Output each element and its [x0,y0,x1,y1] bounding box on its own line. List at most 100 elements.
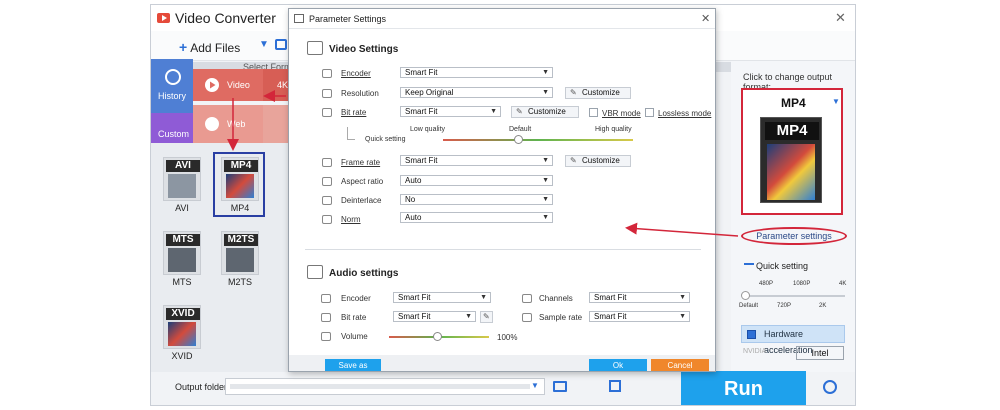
quick-tick: 4K [839,281,847,287]
format-thumb: AVI [163,157,201,201]
customize-label: Customize [582,156,620,165]
volume-slider-handle[interactable] [433,332,442,341]
pencil-icon: ✎ [570,156,577,165]
close-icon[interactable]: ✕ [701,12,710,25]
frame-rate-customize-button[interactable]: ✎ Customize [565,155,631,167]
frame-rate-select[interactable]: Smart Fit ▼ [400,155,553,166]
selected-format-outline [213,152,265,217]
cancel-button[interactable]: Cancel [651,359,709,371]
encoder-select[interactable]: Smart Fit ▼ [400,67,553,78]
section-divider [305,249,701,250]
aspect-ratio-value: Auto [405,176,422,185]
lossless-mode-label: Lossless mode [658,109,712,118]
format-mts[interactable]: MTS MTS [157,227,207,287]
deinterlace-select[interactable]: No ▼ [400,194,553,205]
sample-rate-select[interactable]: Smart Fit ▼ [589,311,690,322]
quick-setting-bracket [347,127,355,140]
merge-icon[interactable] [609,380,621,392]
window-close-icon[interactable]: ✕ [835,10,846,26]
alarm-clock-icon[interactable] [823,380,837,394]
sample-rate-label: Sample rate [539,313,583,322]
category-audio[interactable] [263,105,291,143]
save-as-button[interactable]: Save as [325,359,381,371]
lossless-mode-checkbox[interactable] [645,108,654,117]
output-folder-field[interactable] [225,378,545,395]
norm-select[interactable]: Auto ▼ [400,212,553,223]
format-thumb: M2TS [221,231,259,275]
audio-encoder-select[interactable]: Smart Fit ▼ [393,292,491,303]
bitrate-value: Smart Fit [405,107,438,116]
chevron-down-icon[interactable]: ▼ [832,97,840,106]
category-custom-label: Custom [158,129,190,139]
format-art [168,174,196,198]
format-xvid[interactable]: XVID XVID [157,301,207,361]
norm-icon [322,215,332,224]
bitrate-select[interactable]: Smart Fit ▼ [400,106,501,117]
category-history[interactable]: History [151,59,193,113]
quick-tick: 720P [777,303,792,309]
bitrate-customize-button[interactable]: ✎ Customize [511,106,579,118]
title-divider [289,28,715,29]
volume-icon [321,332,331,341]
chevron-down-icon[interactable]: ▼ [531,381,539,390]
pencil-icon: ✎ [516,107,523,116]
audio-encoder-icon [321,294,331,303]
parameter-settings-dialog: Parameter Settings ✕ Video Settings Enco… [288,8,716,372]
pencil-icon: ✎ [570,88,577,97]
resolution-label: Resolution [341,89,379,98]
chevron-down-icon: ▼ [542,89,549,96]
quality-slider[interactable] [443,139,633,141]
quick-setting-slider-handle[interactable] [741,291,750,300]
chevron-down-icon: ▼ [542,214,549,221]
audio-bitrate-icon [321,313,331,322]
category-web-label: Web [227,119,246,129]
encoder-label: Encoder [341,69,371,78]
run-button[interactable]: Run [681,371,806,405]
video-settings-icon [307,41,323,55]
quality-slider-handle[interactable] [514,135,523,144]
channels-select[interactable]: Smart Fit ▼ [589,292,690,303]
add-files-button[interactable]: + Add Files [179,39,240,55]
frame-rate-label: Frame rate [341,158,381,167]
vbr-mode-checkbox[interactable] [589,108,598,117]
web-browser-icon [205,117,219,131]
audio-bitrate-select[interactable]: Smart Fit ▼ [393,311,476,322]
aspect-ratio-icon [322,177,332,186]
open-folder-icon[interactable] [553,381,567,392]
resolution-customize-button[interactable]: ✎ Customize [565,87,631,99]
quality-low-label: Low quality [410,126,446,133]
deinterlace-label: Deinterlace [341,196,382,205]
category-video[interactable]: Video [193,69,263,101]
intel-badge[interactable]: Intel [796,346,844,360]
hardware-acceleration-button[interactable]: Hardware acceleration [741,325,845,355]
quick-tick: Default [739,303,759,309]
quick-setting-slider[interactable] [745,295,845,297]
add-files-dropdown-icon[interactable]: ▼ [259,39,269,50]
nvidia-badge[interactable]: NVIDIA [743,348,766,355]
chevron-down-icon: ▼ [490,108,497,115]
encoder-value: Smart Fit [405,68,438,77]
format-avi[interactable]: AVI AVI [157,153,207,213]
category-4k[interactable]: 4K [263,69,291,101]
add-folder-icon[interactable] [275,39,287,50]
format-thumb: MTS [163,231,201,275]
format-m2ts[interactable]: M2TS M2TS [215,227,265,287]
aspect-ratio-select[interactable]: Auto ▼ [400,175,553,186]
parameter-settings-button[interactable]: Parameter settings [741,227,847,245]
history-clock-icon [165,69,181,85]
channels-label: Channels [539,294,573,303]
category-custom[interactable]: Custom [151,113,193,143]
quick-tick: 2K [819,303,827,309]
ok-button[interactable]: Ok [589,359,647,371]
resolution-select[interactable]: Keep Original ▼ [400,87,553,98]
resolution-value: Keep Original [405,88,454,97]
video-play-icon [205,78,219,92]
encoder-icon [322,69,332,78]
format-tag: XVID [166,308,200,320]
dialog-title: Parameter Settings [309,14,387,24]
volume-value: 100% [497,333,518,342]
category-web[interactable]: Web [193,105,263,143]
audio-bitrate-edit-button[interactable]: ✎ [480,311,493,323]
format-thumb: XVID [163,305,201,349]
sample-rate-value: Smart Fit [594,312,627,321]
